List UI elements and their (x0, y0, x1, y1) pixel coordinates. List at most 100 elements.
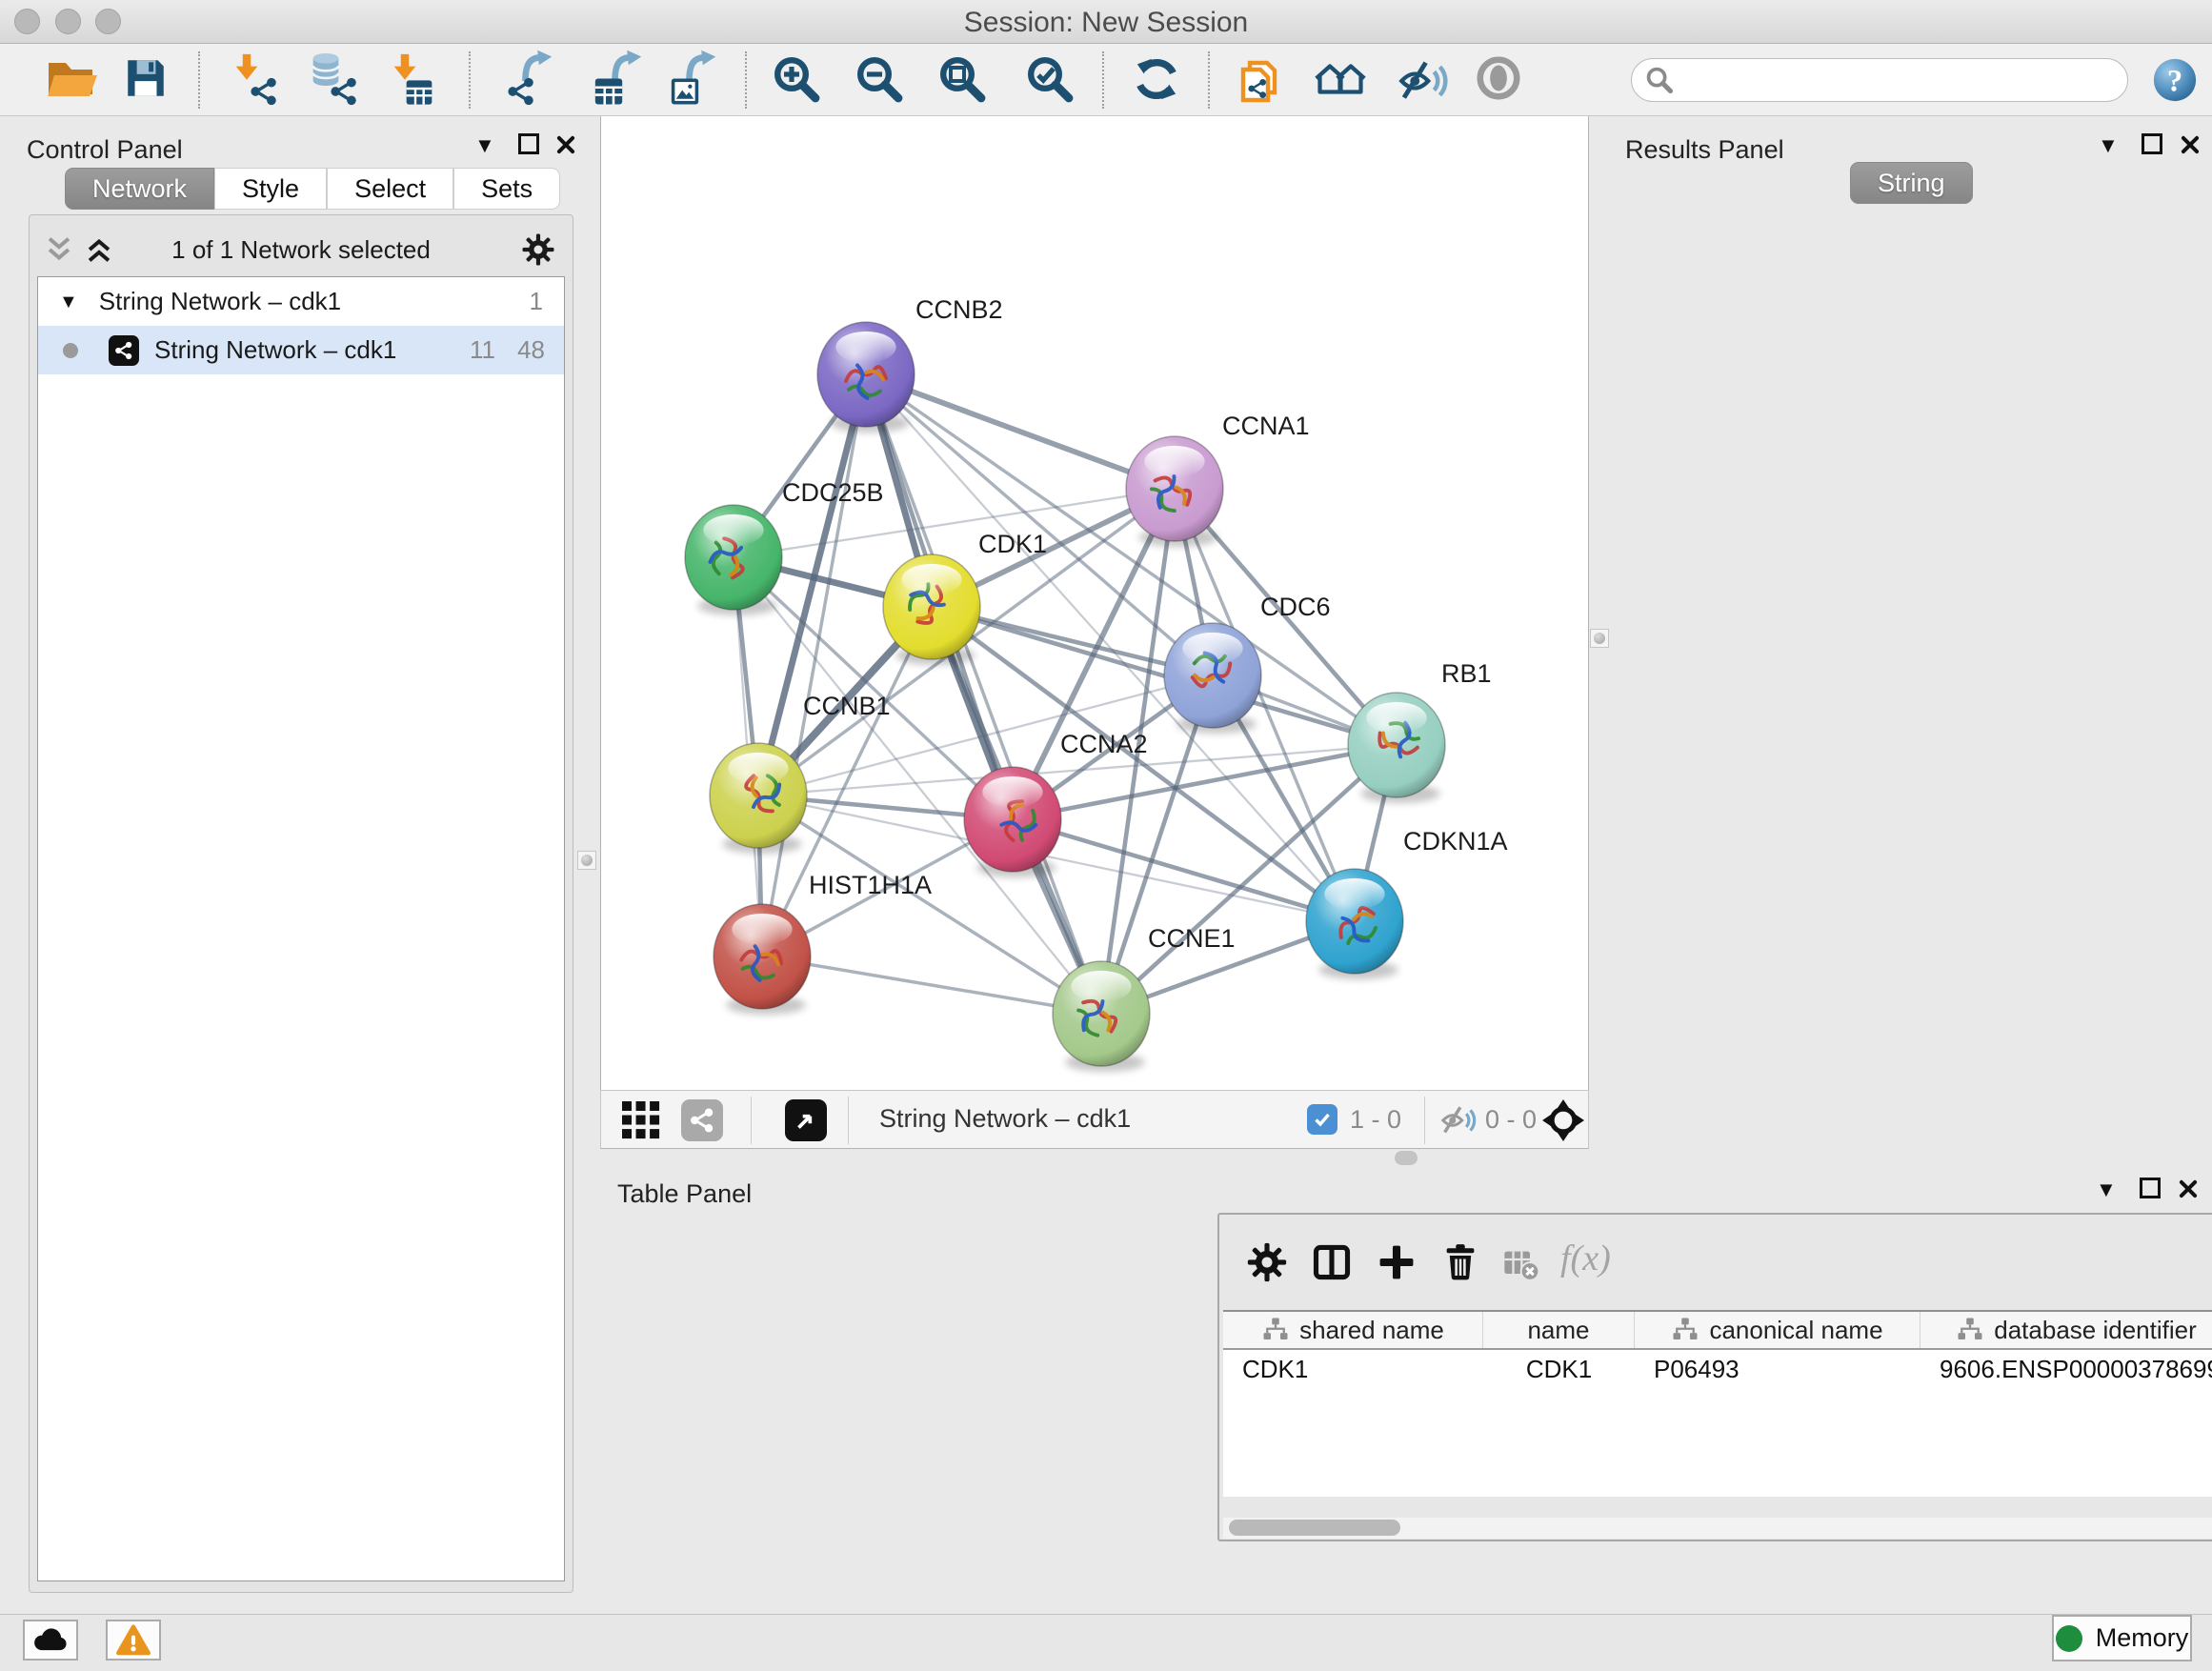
right-splitter-handle[interactable] (1590, 629, 1609, 648)
bottom-splitter-handle[interactable] (1395, 1151, 1418, 1165)
zoom-selected-button[interactable] (1025, 54, 1078, 108)
results-panel-float-button[interactable]: ▼ (2098, 135, 2119, 156)
clone-network-button[interactable] (1235, 54, 1288, 108)
import-table-file-button[interactable] (387, 54, 440, 108)
control-panel-title: Control Panel (27, 135, 183, 165)
refresh-icon (1132, 54, 1181, 104)
save-session-button[interactable] (122, 54, 175, 108)
import-network-file-button[interactable] (229, 54, 282, 108)
hidden-eye-icon[interactable] (1439, 1101, 1478, 1139)
toggle-columns-icon[interactable] (1311, 1241, 1353, 1283)
table-panel-float-button[interactable]: ▼ (2096, 1179, 2117, 1200)
table-row[interactable]: CDK1CDK1P064939606.ENSP00000378699cyclin… (1223, 1350, 2212, 1388)
node-CDKN1A[interactable]: CDKN1A (1306, 827, 1508, 979)
network-edge-count: 48 (517, 335, 545, 365)
export-table-button[interactable] (593, 54, 646, 108)
control-panel-float-button[interactable]: ▼ (474, 135, 495, 156)
node-CDC6[interactable]: CDC6 (1164, 593, 1331, 734)
birds-eye-crosshair-icon[interactable] (1542, 1099, 1584, 1141)
edge-CCNB2-CCNE1[interactable] (866, 374, 1101, 1014)
zoom-fit-icon (937, 54, 987, 104)
export-network-button[interactable] (505, 54, 558, 108)
hide-selected-button[interactable] (1397, 54, 1450, 108)
table-panel-close-button[interactable] (2176, 1178, 2199, 1200)
table-gear-icon[interactable] (1246, 1241, 1288, 1283)
tab-string[interactable]: String (1850, 162, 1973, 204)
export-image-button[interactable] (667, 54, 720, 108)
control-panel-close-button[interactable] (553, 133, 576, 156)
search-field[interactable] (1631, 58, 2128, 102)
show-all-button[interactable] (1475, 54, 1528, 108)
network-share-icon (505, 75, 537, 108)
zoom-out-button[interactable] (855, 54, 908, 108)
column-header-label: name (1527, 1316, 1589, 1345)
selected-checkbox-icon[interactable] (1307, 1104, 1337, 1135)
search-icon (1645, 66, 1674, 94)
network-graph[interactable]: CCNB2CCNA1CDC25BCDK1CDC6RB1CCNB1CCNA2CDK… (601, 116, 1590, 1090)
column-header-name[interactable]: name (1483, 1312, 1635, 1348)
open-session-button[interactable] (45, 54, 98, 108)
add-column-icon[interactable] (1376, 1241, 1418, 1283)
apply-layout-button[interactable] (1132, 54, 1185, 108)
table-cell[interactable]: 9606.ENSP00000378699 (1920, 1350, 2212, 1388)
gear-icon[interactable] (521, 232, 555, 267)
network-share-view-icon[interactable] (681, 1099, 723, 1141)
network-tree: ▼ String Network – cdk1 1 String Network… (37, 276, 565, 1581)
toolbar-separator (745, 51, 747, 109)
node-HIST1H1A[interactable]: HIST1H1A (714, 871, 932, 1015)
zoom-fit-button[interactable] (937, 54, 991, 108)
network-tree-root-row[interactable]: ▼ String Network – cdk1 1 (38, 277, 564, 326)
node-CCNE1[interactable]: CCNE1 (1053, 924, 1236, 1072)
network-node-count: 11 (470, 335, 495, 365)
edge-HIST1H1A-CCNE1[interactable] (762, 956, 1101, 1014)
left-splitter-handle[interactable] (577, 851, 596, 870)
warnings-button[interactable] (106, 1620, 161, 1661)
results-panel-maximize-button[interactable] (2142, 133, 2162, 154)
node-CDC25B[interactable]: CDC25B (685, 478, 884, 615)
help-button[interactable]: ? (2151, 56, 2204, 110)
node-table-box: f(x) shared namenamecanonical namedataba… (1217, 1213, 2212, 1541)
tab-sets[interactable]: Sets (453, 168, 560, 210)
network-view-canvas[interactable]: CCNB2CCNA1CDC25BCDK1CDC6RB1CCNB1CCNA2CDK… (600, 116, 1589, 1090)
shared-column-icon (1671, 1316, 1699, 1344)
node-CCNA1[interactable]: CCNA1 (1126, 412, 1310, 547)
table-cell[interactable]: CDK1 (1483, 1350, 1635, 1388)
status-bar: Memory (0, 1614, 2212, 1671)
tab-select[interactable]: Select (327, 168, 453, 210)
table-horizontal-scrollbar[interactable] (1223, 1518, 2212, 1539)
node-RB1[interactable]: RB1 (1348, 659, 1492, 803)
tab-network[interactable]: Network (65, 168, 214, 210)
import-network-database-button[interactable] (305, 54, 358, 108)
table-panel: Table Panel ▼ f(x) shared namenamecanoni… (600, 1172, 2212, 1572)
tree-expander-icon[interactable]: ▼ (59, 292, 78, 312)
detach-view-icon[interactable] (785, 1099, 827, 1141)
node-table[interactable]: shared name name canonical namedatabase id… (1223, 1310, 2212, 1497)
scrollbar-thumb[interactable] (1229, 1520, 1400, 1536)
column-header-shared-name[interactable]: shared name (1223, 1312, 1483, 1348)
network-tree-item-row[interactable]: String Network – cdk1 11 48 (38, 326, 564, 374)
network-share-icon (248, 75, 280, 108)
toolbar-separator (848, 1097, 849, 1144)
node-CDK1[interactable]: CDK1 (883, 530, 1047, 665)
delete-column-icon[interactable] (1440, 1242, 1480, 1282)
zoom-in-button[interactable] (772, 54, 825, 108)
table-grid-icon (593, 75, 625, 108)
memory-button[interactable]: Memory (2052, 1615, 2192, 1661)
control-panel-maximize-button[interactable] (518, 133, 539, 154)
results-panel-close-button[interactable] (2178, 133, 2201, 156)
search-input[interactable] (1674, 66, 2093, 95)
tab-style[interactable]: Style (214, 168, 327, 210)
table-cell[interactable]: CDK1 (1223, 1350, 1483, 1388)
first-neighbors-button[interactable] (1313, 54, 1366, 108)
window-titlebar: Session: New Session (0, 0, 2212, 44)
grid-view-icon[interactable] (622, 1101, 660, 1139)
column-header-canonical-name[interactable]: canonical name (1635, 1312, 1920, 1348)
column-header-database-identifier[interactable]: database identifier (1920, 1312, 2212, 1348)
results-panel: Results Panel ▼ String Expand All Collap… (1610, 116, 2212, 1172)
table-header-row: shared name name canonical namedatabase id… (1223, 1312, 2212, 1350)
table-cell[interactable]: P06493 (1635, 1350, 1920, 1388)
node-CCNB1[interactable]: CCNB1 (710, 692, 891, 854)
cloud-status-button[interactable] (23, 1620, 78, 1661)
table-panel-maximize-button[interactable] (2140, 1178, 2161, 1198)
node-label-CCNA2: CCNA2 (1060, 730, 1148, 758)
